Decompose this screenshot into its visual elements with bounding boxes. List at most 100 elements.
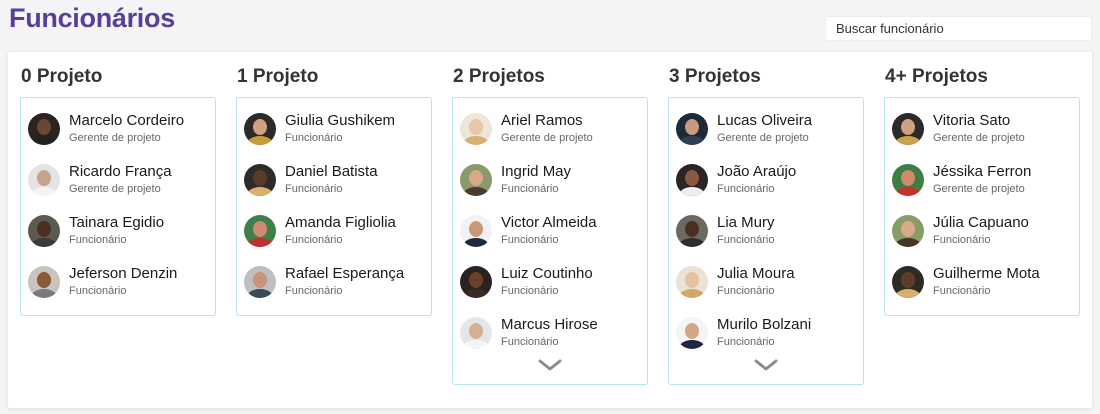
employee-name: Victor Almeida: [501, 213, 597, 231]
employee-name: João Araújo: [717, 163, 797, 181]
employee-item[interactable]: Ariel Ramos Gerente de projeto: [453, 104, 647, 155]
employee-item[interactable]: Vitoria Sato Gerente de projeto: [885, 104, 1079, 155]
employee-role: Funcionário: [717, 335, 775, 348]
employee-name: Ricardo França: [69, 163, 172, 181]
avatar: [460, 214, 492, 247]
employee-name: Jéssika Ferron: [933, 163, 1032, 181]
search-input[interactable]: [825, 16, 1092, 41]
avatar: [28, 113, 60, 146]
column-0: 0 Projeto Marcelo Cordeiro Gerente de proj…: [20, 62, 216, 317]
employee-item[interactable]: Ingrid May Funcionário: [453, 155, 647, 206]
employee-item[interactable]: Giulia Gushikem Funcionário: [237, 104, 431, 155]
avatar: [676, 214, 708, 247]
employee-role: Funcionário: [717, 284, 775, 297]
employee-role: Funcionário: [69, 233, 127, 246]
employee-name: Ariel Ramos: [501, 112, 583, 130]
employee-name: Vitoria Sato: [933, 112, 1011, 130]
column-title: 0 Projeto: [21, 66, 103, 87]
avatar: [892, 265, 924, 298]
avatar: [244, 164, 276, 197]
employee-role: Gerente de projeto: [933, 132, 1025, 145]
employee-item[interactable]: Ricardo França Gerente de projeto: [21, 155, 215, 206]
employee-role: Funcionário: [285, 183, 343, 196]
employee-role: Funcionário: [285, 132, 343, 145]
employee-item[interactable]: Jeferson Denzin Funcionário: [21, 256, 215, 307]
employee-list: Giulia Gushikem Funcionário Daniel Batista…: [236, 97, 432, 317]
employee-item[interactable]: Murilo Bolzani Funcionário: [669, 307, 863, 358]
avatar: [892, 113, 924, 146]
employee-name: Amanda Figliolia: [285, 213, 396, 231]
column-title: 2 Projetos: [453, 66, 545, 87]
employee-item[interactable]: Rafael Esperança Funcionário: [237, 256, 431, 307]
chevron-down-icon[interactable]: [453, 354, 647, 376]
avatar: [460, 164, 492, 197]
page-title: Funcionários: [9, 3, 175, 33]
employee-role: Gerente de projeto: [69, 183, 161, 196]
employee-role: Funcionário: [285, 284, 343, 297]
employee-role: Funcionário: [501, 183, 559, 196]
chevron-down-icon[interactable]: [669, 354, 863, 376]
employee-name: Daniel Batista: [285, 163, 378, 181]
column-title: 3 Projetos: [669, 66, 761, 87]
employee-list: Ariel Ramos Gerente de projeto Ingrid May F…: [452, 97, 648, 385]
employee-item[interactable]: Tainara Egidio Funcionário: [21, 206, 215, 257]
employee-item[interactable]: Jéssika Ferron Gerente de projeto: [885, 155, 1079, 206]
employee-name: Julia Moura: [717, 264, 795, 282]
employee-role: Funcionário: [501, 233, 559, 246]
employee-role: Gerente de projeto: [717, 132, 809, 145]
column-1: 1 Projeto Giulia Gushikem Funcionário Danie…: [236, 62, 432, 317]
employee-role: Gerente de projeto: [69, 132, 161, 145]
employee-item[interactable]: Júlia Capuano Funcionário: [885, 206, 1079, 257]
employee-name: Lia Mury: [717, 213, 775, 231]
employee-name: Jeferson Denzin: [69, 264, 178, 282]
employee-name: Lucas Oliveira: [717, 112, 813, 130]
avatar: [460, 316, 492, 349]
avatar: [892, 164, 924, 197]
employee-item[interactable]: Marcus Hirose Funcionário: [453, 307, 647, 358]
column-3: 3 Projetos Lucas Oliveira Gerente de proje…: [668, 62, 864, 385]
employee-role: Funcionário: [501, 335, 559, 348]
employee-name: Guilherme Mota: [933, 264, 1040, 282]
avatar: [676, 265, 708, 298]
employee-role: Funcionário: [285, 233, 343, 246]
employee-role: Funcionário: [717, 183, 775, 196]
employee-item[interactable]: Victor Almeida Funcionário: [453, 206, 647, 257]
avatar: [892, 214, 924, 247]
employee-item[interactable]: João Araújo Funcionário: [669, 155, 863, 206]
kanban-board: 0 Projeto Marcelo Cordeiro Gerente de proj…: [8, 52, 1092, 408]
employee-name: Marcus Hirose: [501, 315, 598, 333]
employee-name: Ingrid May: [501, 163, 572, 181]
employee-item[interactable]: Julia Moura Funcionário: [669, 256, 863, 307]
employee-item[interactable]: Lucas Oliveira Gerente de projeto: [669, 104, 863, 155]
avatar: [244, 265, 276, 298]
employee-item[interactable]: Lia Mury Funcionário: [669, 206, 863, 257]
employee-item[interactable]: Amanda Figliolia Funcionário: [237, 206, 431, 257]
employee-name: Luiz Coutinho: [501, 264, 593, 282]
employee-role: Funcionário: [501, 284, 559, 297]
employee-item[interactable]: Marcelo Cordeiro Gerente de projeto: [21, 104, 215, 155]
avatar: [244, 113, 276, 146]
employee-role: Funcionário: [717, 233, 775, 246]
employee-role: Funcionário: [933, 233, 991, 246]
employee-name: Rafael Esperança: [285, 264, 405, 282]
avatar: [244, 214, 276, 247]
employee-role: Gerente de projeto: [933, 183, 1025, 196]
avatar: [460, 113, 492, 146]
avatar: [28, 164, 60, 197]
employee-name: Marcelo Cordeiro: [69, 112, 185, 130]
employee-name: Júlia Capuano: [933, 213, 1029, 231]
avatar: [28, 214, 60, 247]
employee-name: Murilo Bolzani: [717, 315, 812, 333]
employee-role: Funcionário: [933, 284, 991, 297]
avatar: [676, 316, 708, 349]
employee-item[interactable]: Daniel Batista Funcionário: [237, 155, 431, 206]
employee-role: Funcionário: [69, 284, 127, 297]
employee-role: Gerente de projeto: [501, 132, 593, 145]
avatar: [676, 164, 708, 197]
employee-item[interactable]: Guilherme Mota Funcionário: [885, 256, 1079, 307]
avatar: [460, 265, 492, 298]
column-4: 4+ Projetos Vitoria Sato Gerente de projet…: [884, 62, 1080, 317]
avatar: [28, 265, 60, 298]
employee-item[interactable]: Luiz Coutinho Funcionário: [453, 256, 647, 307]
employee-list: Lucas Oliveira Gerente de projeto João Ara…: [668, 97, 864, 385]
